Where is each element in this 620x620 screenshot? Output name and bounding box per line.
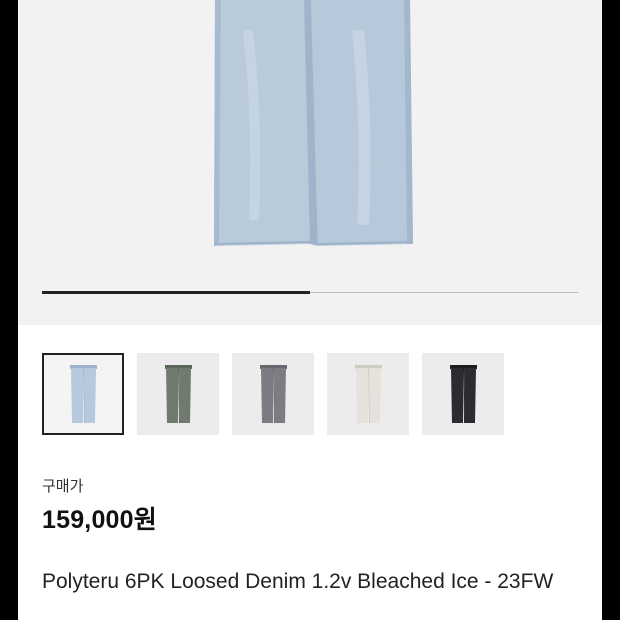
price-label: 구매가: [42, 478, 84, 495]
product-screen: 구매가 159,000원 Polyteru 6PK Loosed Denim 1…: [18, 0, 602, 620]
product-main-image[interactable]: [18, 0, 602, 325]
denim-pants-image: [213, 0, 414, 246]
price-value: 159,000원: [42, 506, 157, 534]
gallery-progress-bar: [42, 291, 578, 294]
thumb-cream[interactable]: [327, 353, 409, 435]
pants-thumbnail-icon: [70, 365, 97, 424]
thumb-khaki[interactable]: [137, 353, 219, 435]
gallery-progress-fill: [42, 291, 310, 294]
pants-thumbnail-icon: [450, 365, 477, 424]
thumb-black[interactable]: [422, 353, 504, 435]
thumb-gray[interactable]: [232, 353, 314, 435]
product-title: Polyteru 6PK Loosed Denim 1.2v Bleached …: [42, 570, 554, 593]
pants-thumbnail-icon: [355, 365, 382, 424]
thumbnail-strip: [42, 353, 578, 437]
pants-thumbnail-icon: [260, 365, 287, 424]
pants-thumbnail-icon: [165, 365, 192, 424]
thumb-light-blue[interactable]: [42, 353, 124, 435]
